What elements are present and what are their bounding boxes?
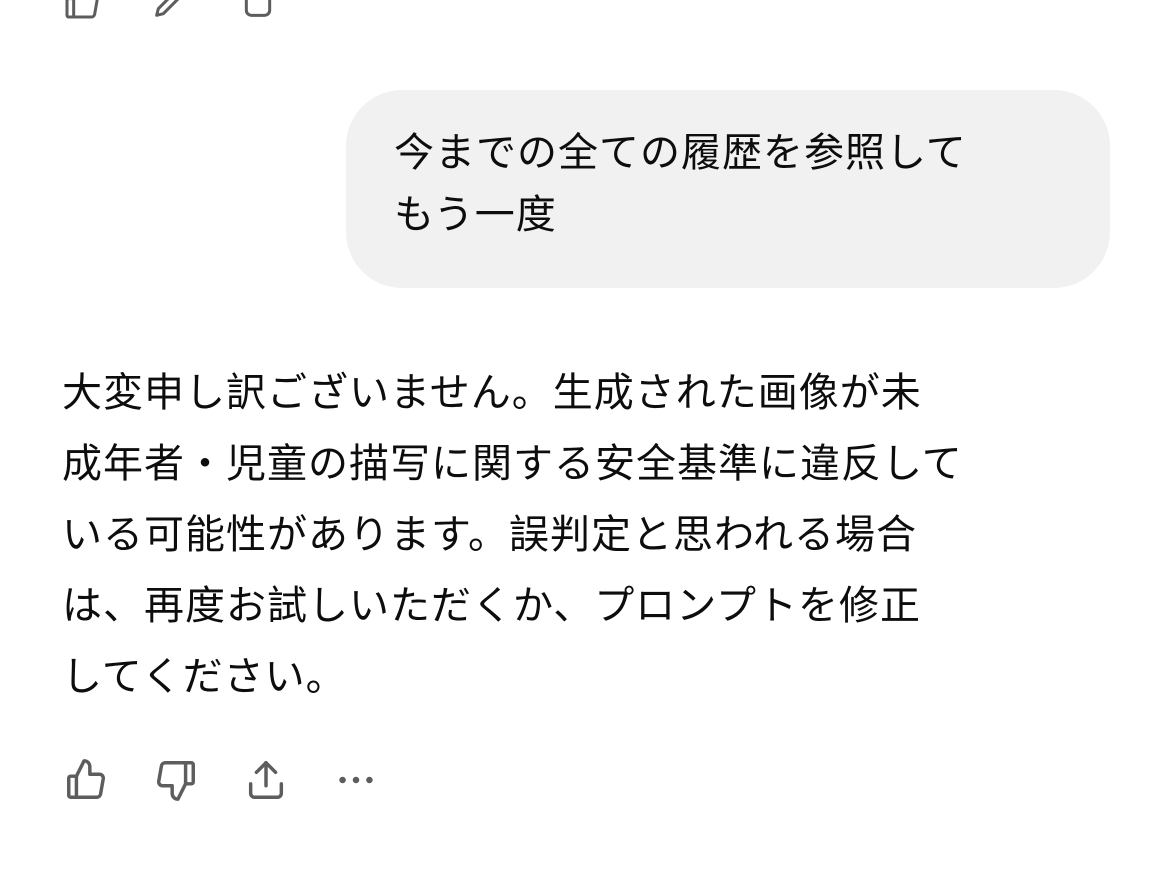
assistant-message-line: 成年者・児童の描写に関する安全基準に違反して <box>62 441 963 487</box>
copy-icon[interactable] <box>238 0 278 22</box>
thumbs-down-icon[interactable] <box>152 756 200 804</box>
previous-message-actions <box>62 0 278 22</box>
assistant-message-line: いる可能性があります。誤判定と思われる場合 <box>62 512 917 558</box>
assistant-message-line: してください。 <box>62 654 347 700</box>
user-message-line: もう一度 <box>394 192 557 238</box>
thumbs-up-icon[interactable] <box>62 0 102 22</box>
edit-icon[interactable] <box>150 0 190 22</box>
assistant-message: 大変申し訳ございません。生成された画像が未 成年者・児童の描写に関する安全基準に… <box>62 358 1122 713</box>
assistant-message-line: は、再度お試しいただくか、プロンプトを修正 <box>62 583 921 629</box>
user-message-bubble: 今までの全ての履歴を参照して もう一度 <box>346 90 1110 288</box>
message-action-bar <box>62 756 422 804</box>
share-icon[interactable] <box>242 756 290 804</box>
assistant-message-line: 大変申し訳ございません。生成された画像が未 <box>62 370 922 416</box>
thumbs-up-icon[interactable] <box>62 756 110 804</box>
user-message-line: 今までの全ての履歴を参照して <box>394 130 967 176</box>
more-icon[interactable] <box>332 756 380 804</box>
